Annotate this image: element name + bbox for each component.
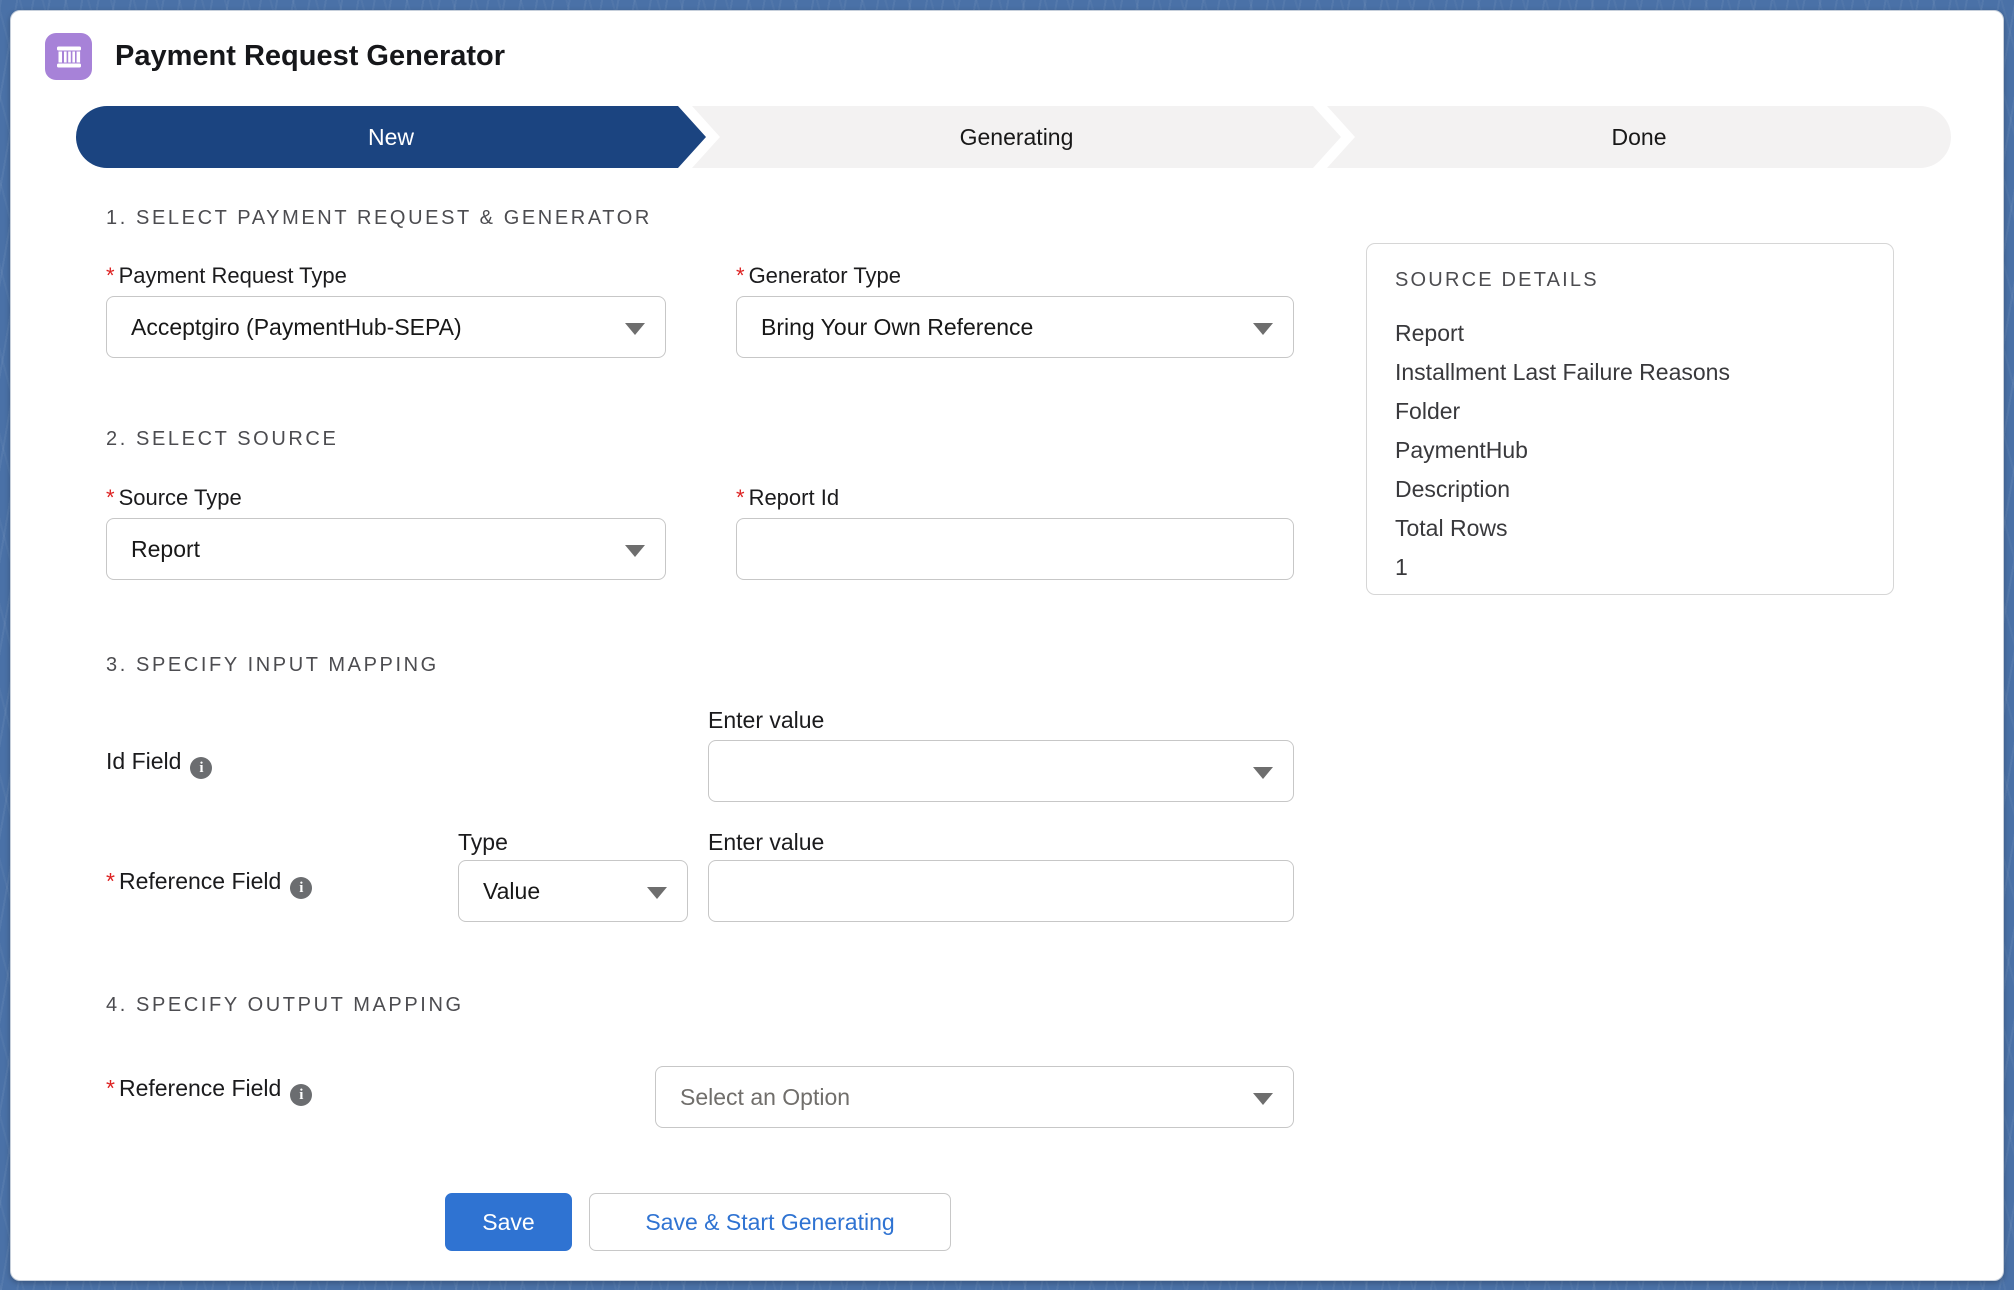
- chevron-down-icon: [1253, 1093, 1273, 1105]
- columns-icon: [54, 42, 84, 72]
- payment-request-generator-icon: [45, 33, 92, 80]
- source-detail-line: Total Rows: [1395, 509, 1865, 548]
- source-details-panel: SOURCE DETAILS Report Installment Last F…: [1366, 243, 1894, 595]
- payment-request-generator-card: Payment Request Generator New Generating…: [10, 10, 2004, 1281]
- reference-type-select[interactable]: Value: [458, 860, 688, 922]
- source-type-value: Report: [131, 536, 200, 562]
- output-reference-select[interactable]: Select an Option: [655, 1066, 1294, 1128]
- payment-request-type-label: *Payment Request Type: [106, 263, 347, 289]
- page-title: Payment Request Generator: [115, 40, 505, 73]
- required-asterisk: *: [106, 1075, 115, 1101]
- save-button[interactable]: Save: [445, 1193, 572, 1251]
- source-detail-line: Installment Last Failure Reasons: [1395, 353, 1865, 392]
- required-asterisk: *: [106, 485, 115, 510]
- chevron-down-icon: [1253, 767, 1273, 779]
- reference-value-input[interactable]: [708, 860, 1294, 922]
- source-detail-line: Description: [1395, 470, 1865, 509]
- required-asterisk: *: [736, 485, 745, 510]
- required-asterisk: *: [106, 868, 115, 894]
- report-id-input[interactable]: [736, 518, 1294, 580]
- id-field-enter-value-label: Enter value: [708, 707, 824, 734]
- info-icon[interactable]: i: [190, 757, 212, 779]
- required-asterisk: *: [736, 263, 745, 288]
- payment-request-type-value: Acceptgiro (PaymentHub-SEPA): [131, 314, 462, 340]
- section1-heading: 1. SELECT PAYMENT REQUEST & GENERATOR: [106, 207, 652, 230]
- payment-request-type-select[interactable]: Acceptgiro (PaymentHub-SEPA): [106, 296, 666, 358]
- source-type-select[interactable]: Report: [106, 518, 666, 580]
- section4-heading: 4. SPECIFY OUTPUT MAPPING: [106, 994, 464, 1017]
- chevron-down-icon: [625, 323, 645, 335]
- progress-path: New Generating Done: [76, 106, 1951, 168]
- required-asterisk: *: [106, 263, 115, 288]
- id-field-label: Id Fieldi: [106, 748, 212, 779]
- report-id-label: *Report Id: [736, 485, 839, 511]
- info-icon[interactable]: i: [290, 1084, 312, 1106]
- chevron-down-icon: [647, 887, 667, 899]
- chevron-down-icon: [625, 545, 645, 557]
- id-field-combobox[interactable]: [708, 740, 1294, 802]
- chevron-down-icon: [1253, 323, 1273, 335]
- reference-enter-value-label: Enter value: [708, 829, 824, 856]
- section3-heading: 3. SPECIFY INPUT MAPPING: [106, 654, 439, 677]
- source-detail-line: 1: [1395, 548, 1865, 587]
- source-detail-line: Folder: [1395, 392, 1865, 431]
- path-step-generating[interactable]: Generating: [692, 106, 1341, 168]
- path-step-new[interactable]: New: [76, 106, 706, 168]
- generator-type-select[interactable]: Bring Your Own Reference: [736, 296, 1294, 358]
- source-type-label: *Source Type: [106, 485, 242, 511]
- section2-heading: 2. SELECT SOURCE: [106, 428, 338, 451]
- reference-type-value: Value: [483, 878, 540, 904]
- source-detail-line: Report: [1395, 314, 1865, 353]
- path-step-done[interactable]: Done: [1327, 106, 1951, 168]
- source-details-title: SOURCE DETAILS: [1395, 269, 1865, 292]
- output-reference-placeholder: Select an Option: [680, 1084, 850, 1110]
- input-reference-field-label: *Reference Fieldi: [106, 868, 312, 899]
- output-reference-field-label: *Reference Fieldi: [106, 1075, 312, 1106]
- source-detail-line: PaymentHub: [1395, 431, 1865, 470]
- generator-type-label: *Generator Type: [736, 263, 901, 289]
- generator-type-value: Bring Your Own Reference: [761, 314, 1033, 340]
- info-icon[interactable]: i: [290, 877, 312, 899]
- save-and-start-generating-button[interactable]: Save & Start Generating: [589, 1193, 951, 1251]
- reference-type-label: Type: [458, 829, 508, 856]
